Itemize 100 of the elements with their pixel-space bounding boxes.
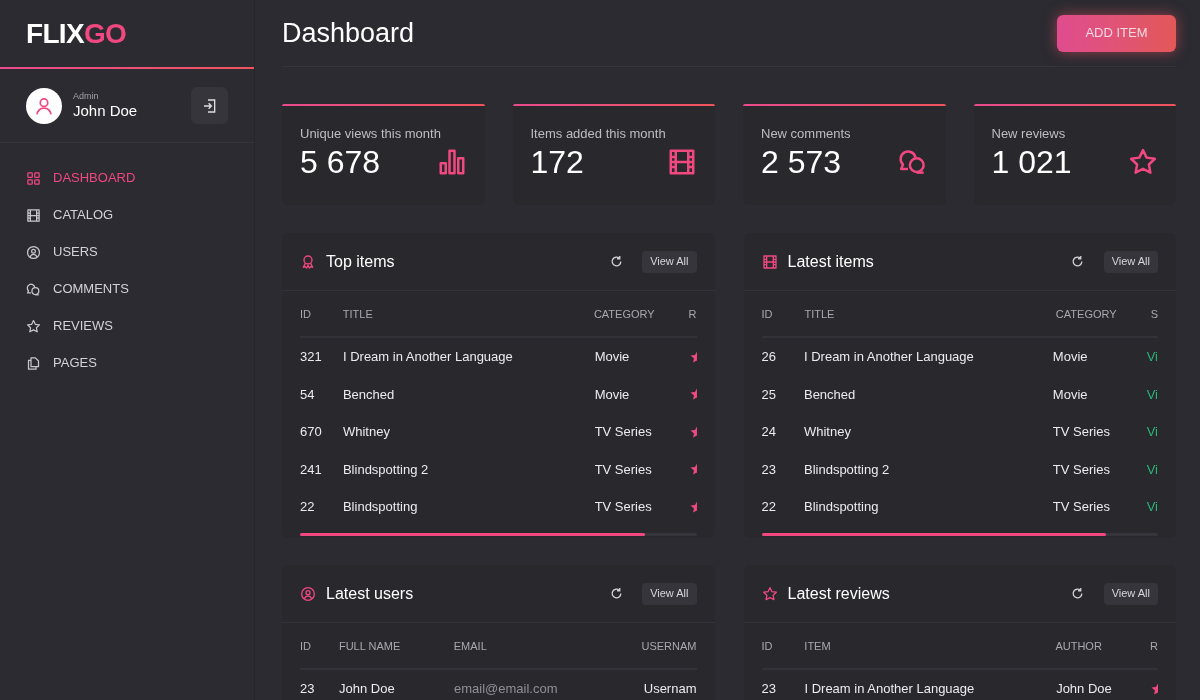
column-header: ID [300,638,312,654]
table-cell-text: Vi [1146,460,1158,479]
table-cell-text: TV Series [594,460,653,479]
view-all-button[interactable]: View All [1103,582,1158,605]
nav-item[interactable]: DASHBOARD [26,168,228,188]
scrollbar[interactable] [761,532,1158,536]
table-cell-text: John Doe [1056,680,1113,698]
table-cell-text: Movie [594,385,631,404]
table-cell-text: I Dream in Another Language [342,348,514,366]
user-icon [26,244,41,260]
star-icon [689,500,697,513]
page-title: Dashboard [282,16,415,50]
user-icon [34,95,54,116]
nav-item[interactable]: COMMENTS [26,279,228,299]
table-cell-text: Vi [1146,498,1158,516]
table-cell-text: Benched [342,385,396,404]
table-cell-text: 25 [761,385,777,404]
table-cell-text: 23 [761,460,777,479]
table-cell-text: TV Series [1052,498,1111,516]
column-header: EMAIL [453,638,488,654]
table-cell-text: 670 [300,423,323,441]
refresh-icon [609,255,623,268]
table-cell-text: I Dream in Another Language [803,348,975,366]
table-cell-text: TV Series [594,423,653,441]
star-icon [1151,682,1158,695]
column-header: USERNAM [641,638,697,654]
table-cell-text: 23 [761,680,777,698]
stat-value: 5 678 [300,146,381,179]
panel-title: Latest reviews [787,583,890,604]
table-cell-text: Usernam [643,680,697,698]
logo[interactable]: FLIXGO [26,19,127,48]
column-header: AUTHOR [1055,638,1103,654]
table-cell-text: TV Series [1052,460,1111,479]
view-all-button[interactable]: View All [1103,250,1158,273]
nav-item[interactable]: REVIEWS [26,316,228,336]
table-cell-text: Movie [1052,385,1089,404]
stat-label: Unique views this month [300,126,442,143]
column-header: FULL NAME [338,638,402,654]
table-cell-text: 321 [300,348,323,366]
stat-label: New comments [761,126,852,143]
column-header: ID [761,306,774,322]
star-icon [689,388,697,401]
refresh-icon [1071,587,1085,600]
film-icon [761,253,778,270]
table-cell-text: 22 [761,498,777,516]
user-role: Admin [73,90,100,102]
table-cell-text: 24 [761,423,777,441]
table-cell-text: Vi [1146,348,1158,366]
table-cell-text: Whitney [803,423,852,441]
scrollbar[interactable] [300,532,697,536]
column-header: TITLE [342,306,374,322]
stat-label: New reviews [991,126,1067,143]
table-cell-text: Movie [594,348,631,366]
pages-icon [26,355,41,371]
table-cell-text: 22 [300,498,316,516]
user-icon [300,585,316,602]
table-cell-text: email@email.com [454,680,559,698]
view-all-button[interactable]: View All [642,582,697,605]
table-cell-text: Blindspotting [342,498,419,516]
column-header: ITEM [804,638,832,654]
column-header: ID [761,638,774,654]
stat-label: Items added this month [530,126,667,143]
column-header: S [1150,306,1158,322]
table-cell-text: 54 [300,385,316,404]
table-cell-text: Benched [803,385,857,404]
nav-item[interactable]: USERS [26,242,228,262]
table-cell-text: 23 [300,680,316,698]
panel-title: Top items [326,251,395,272]
panel-title: Latest items [787,251,874,272]
column-header: CATEGORY [1055,306,1118,322]
table-cell-text: Whitney [342,423,391,441]
refresh-icon [609,587,623,600]
column-header: ID [300,306,312,322]
column-header: CATEGORY [593,306,656,322]
grid-icon [26,170,41,186]
table-cell-text: Vi [1146,423,1158,441]
column-header: TITLE [804,306,836,322]
user-name: John Doe [73,101,138,121]
table-cell-text: Movie [1052,348,1089,366]
sign-in-icon [201,97,218,114]
table-cell-text: Blindspotting [803,498,880,516]
table-cell-text: TV Series [1052,423,1111,441]
stat-value: 172 [530,146,584,179]
star-icon [689,350,697,363]
table-cell-text: 241 [300,460,323,479]
column-header: R [1150,638,1158,654]
view-all-button[interactable]: View All [642,250,697,273]
nav-item[interactable]: PAGES [26,353,228,373]
film-icon [26,207,41,223]
award-icon [300,253,316,270]
logout-button[interactable] [191,87,228,124]
film-icon [667,147,697,178]
table-cell-text: Blindspotting 2 [342,460,430,479]
table-cell-text: John Doe [339,680,396,698]
column-header: R [688,306,697,322]
table-cell-text: Vi [1146,385,1158,404]
star-icon [761,585,778,602]
nav-item[interactable]: CATALOG [26,205,228,225]
table-cell-text: Blindspotting 2 [803,460,891,479]
star-icon [689,425,697,438]
